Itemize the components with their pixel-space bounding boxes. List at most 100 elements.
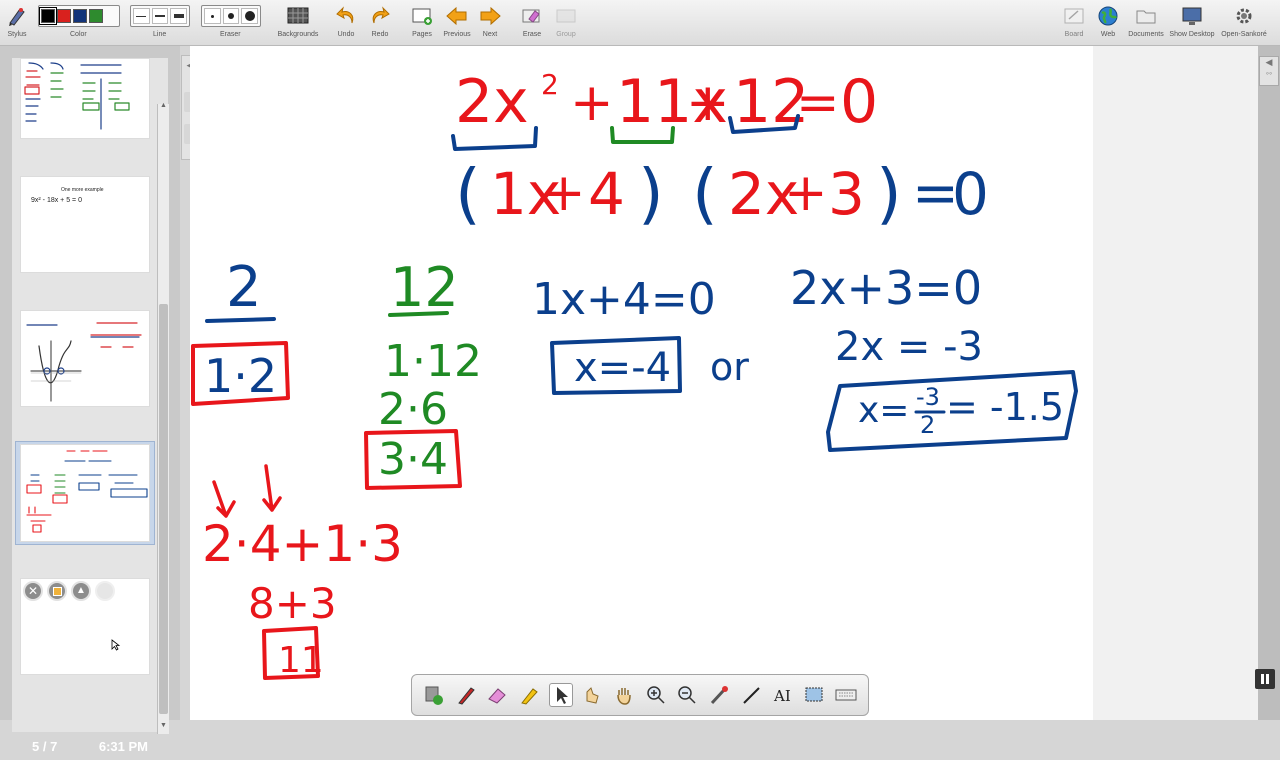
selector-tool[interactable] bbox=[548, 683, 573, 707]
equation2-answer-lhs: x= bbox=[858, 390, 909, 431]
or-word: or bbox=[710, 345, 749, 389]
erase-button[interactable]: Erase bbox=[520, 2, 544, 44]
group-icon bbox=[555, 2, 577, 30]
zoom-in-tool[interactable] bbox=[644, 683, 668, 707]
column2-header: 12 bbox=[390, 256, 459, 319]
pages-scrollbar[interactable]: ▲ ▼ bbox=[157, 102, 169, 734]
erase-page-icon bbox=[521, 2, 543, 30]
duplicate-page-icon[interactable] bbox=[47, 581, 67, 601]
page-thumbnail-6[interactable] bbox=[20, 310, 150, 407]
stylus-button[interactable]: Stylus bbox=[4, 2, 30, 44]
highlighter-tool[interactable] bbox=[517, 683, 541, 707]
line-medium-option[interactable] bbox=[151, 8, 169, 24]
equation-term-2x: 2x bbox=[455, 67, 529, 137]
scroll-up-icon[interactable]: ▲ bbox=[159, 102, 168, 112]
gear-icon bbox=[1233, 2, 1255, 30]
canvas-margin-area bbox=[1093, 46, 1258, 720]
open-sankore-button[interactable]: Open-Sankoré bbox=[1218, 2, 1270, 44]
eraser-large-option[interactable] bbox=[241, 8, 259, 24]
backgrounds-icon bbox=[287, 2, 309, 30]
column2-item-1: 1·12 bbox=[384, 336, 482, 387]
text-tool[interactable]: AI bbox=[771, 683, 795, 707]
page-thumbnail-5[interactable]: One more example 9x² - 18x + 5 = 0 bbox=[20, 176, 150, 273]
color-red-swatch[interactable] bbox=[57, 9, 71, 23]
pen-tool[interactable] bbox=[454, 683, 478, 707]
board-button[interactable]: Board bbox=[1062, 2, 1086, 44]
line-label: Line bbox=[153, 31, 167, 38]
eraser-small-option[interactable] bbox=[204, 8, 221, 24]
line-tool[interactable] bbox=[739, 683, 763, 707]
equation-zero: 0 bbox=[840, 67, 878, 137]
previous-button[interactable]: Previous bbox=[442, 2, 472, 44]
previous-label: Previous bbox=[443, 31, 471, 38]
line-width-group bbox=[130, 5, 190, 27]
pages-scrollbar-thumb[interactable] bbox=[159, 304, 168, 714]
board-icon bbox=[1063, 2, 1085, 30]
undo-button[interactable]: Undo bbox=[334, 2, 358, 44]
page-thumbnail-4[interactable] bbox=[20, 58, 150, 139]
open-sankore-label: Open-Sankoré bbox=[1221, 31, 1267, 38]
factor-close-paren-2: ) bbox=[876, 155, 902, 232]
whiteboard-canvas[interactable]: 2x 2 + 11x + 12 = 0 ( 1x + 4 ) ( 2x + 3 … bbox=[190, 46, 1093, 720]
backgrounds-button[interactable]: Backgrounds bbox=[276, 2, 320, 44]
thumbnail-title: One more example bbox=[61, 187, 104, 193]
documents-label: Documents bbox=[1128, 31, 1164, 38]
capture-tool[interactable] bbox=[802, 683, 826, 707]
page-thumbnail-current[interactable] bbox=[20, 444, 150, 542]
zoom-out-tool[interactable] bbox=[675, 683, 699, 707]
add-page-icon bbox=[411, 2, 433, 30]
eraser-tool[interactable] bbox=[485, 683, 509, 707]
undo-icon bbox=[335, 2, 357, 30]
column2-box-text: 3·4 bbox=[378, 434, 448, 485]
color-black-swatch[interactable] bbox=[39, 7, 57, 25]
globe-icon bbox=[1097, 2, 1119, 30]
pages-label: Pages bbox=[412, 31, 432, 38]
line-icon bbox=[743, 687, 760, 704]
pause-icon[interactable] bbox=[1255, 669, 1275, 689]
hand-pointer-icon bbox=[586, 687, 599, 704]
erase-label: Erase bbox=[522, 31, 542, 38]
color-blue-swatch[interactable] bbox=[73, 9, 87, 23]
play-tool[interactable] bbox=[580, 683, 604, 707]
highlighter-icon bbox=[521, 688, 538, 705]
factor-4: 4 bbox=[588, 160, 625, 228]
folder-icon bbox=[1135, 2, 1157, 30]
keyboard-icon bbox=[835, 689, 857, 701]
equation-plus-2: + bbox=[686, 73, 730, 133]
group-button[interactable]: Group bbox=[554, 2, 578, 44]
column1-box-text: 1·2 bbox=[204, 349, 277, 403]
pages-button[interactable]: Pages bbox=[410, 2, 434, 44]
hand-tool[interactable] bbox=[612, 683, 636, 707]
next-button[interactable]: Next bbox=[478, 2, 502, 44]
arrow-right-icon bbox=[479, 2, 501, 30]
check-arrow-1 bbox=[212, 480, 236, 518]
line-thin-option[interactable] bbox=[133, 8, 150, 24]
factor-zero: 0 bbox=[952, 160, 989, 228]
keyboard-tool[interactable] bbox=[834, 683, 858, 707]
delete-page-icon[interactable]: ✕ bbox=[23, 581, 43, 601]
color-picker-tool[interactable] bbox=[422, 683, 446, 707]
palette-icon bbox=[425, 686, 443, 705]
clock: 6:31 PM bbox=[98, 738, 148, 754]
next-label: Next bbox=[482, 31, 498, 38]
show-desktop-button[interactable]: Show Desktop bbox=[1168, 2, 1216, 44]
web-label: Web bbox=[1100, 31, 1116, 38]
equation2-answer-denominator: 2 bbox=[920, 411, 935, 439]
stylus-icon bbox=[6, 2, 28, 30]
line-thick-option[interactable] bbox=[170, 8, 188, 24]
scroll-down-icon[interactable]: ▼ bbox=[159, 722, 168, 732]
laser-pointer-tool[interactable] bbox=[707, 683, 731, 707]
page-thumbnail-7[interactable]: ✕ ▲ bbox=[20, 578, 150, 675]
move-page-down-icon[interactable] bbox=[95, 581, 115, 601]
column1-underline bbox=[205, 317, 276, 323]
expand-right-icon[interactable]: ◀ ◦◦ bbox=[1259, 56, 1279, 86]
redo-button[interactable]: Redo bbox=[368, 2, 392, 44]
eraser-medium-option[interactable] bbox=[222, 8, 240, 24]
hand-icon bbox=[617, 688, 631, 705]
color-green-swatch[interactable] bbox=[89, 9, 103, 23]
text-icon: AI bbox=[773, 687, 791, 705]
monitor-icon bbox=[1181, 2, 1203, 30]
move-page-up-icon[interactable]: ▲ bbox=[71, 581, 91, 601]
documents-button[interactable]: Documents bbox=[1126, 2, 1166, 44]
web-button[interactable]: Web bbox=[1096, 2, 1120, 44]
